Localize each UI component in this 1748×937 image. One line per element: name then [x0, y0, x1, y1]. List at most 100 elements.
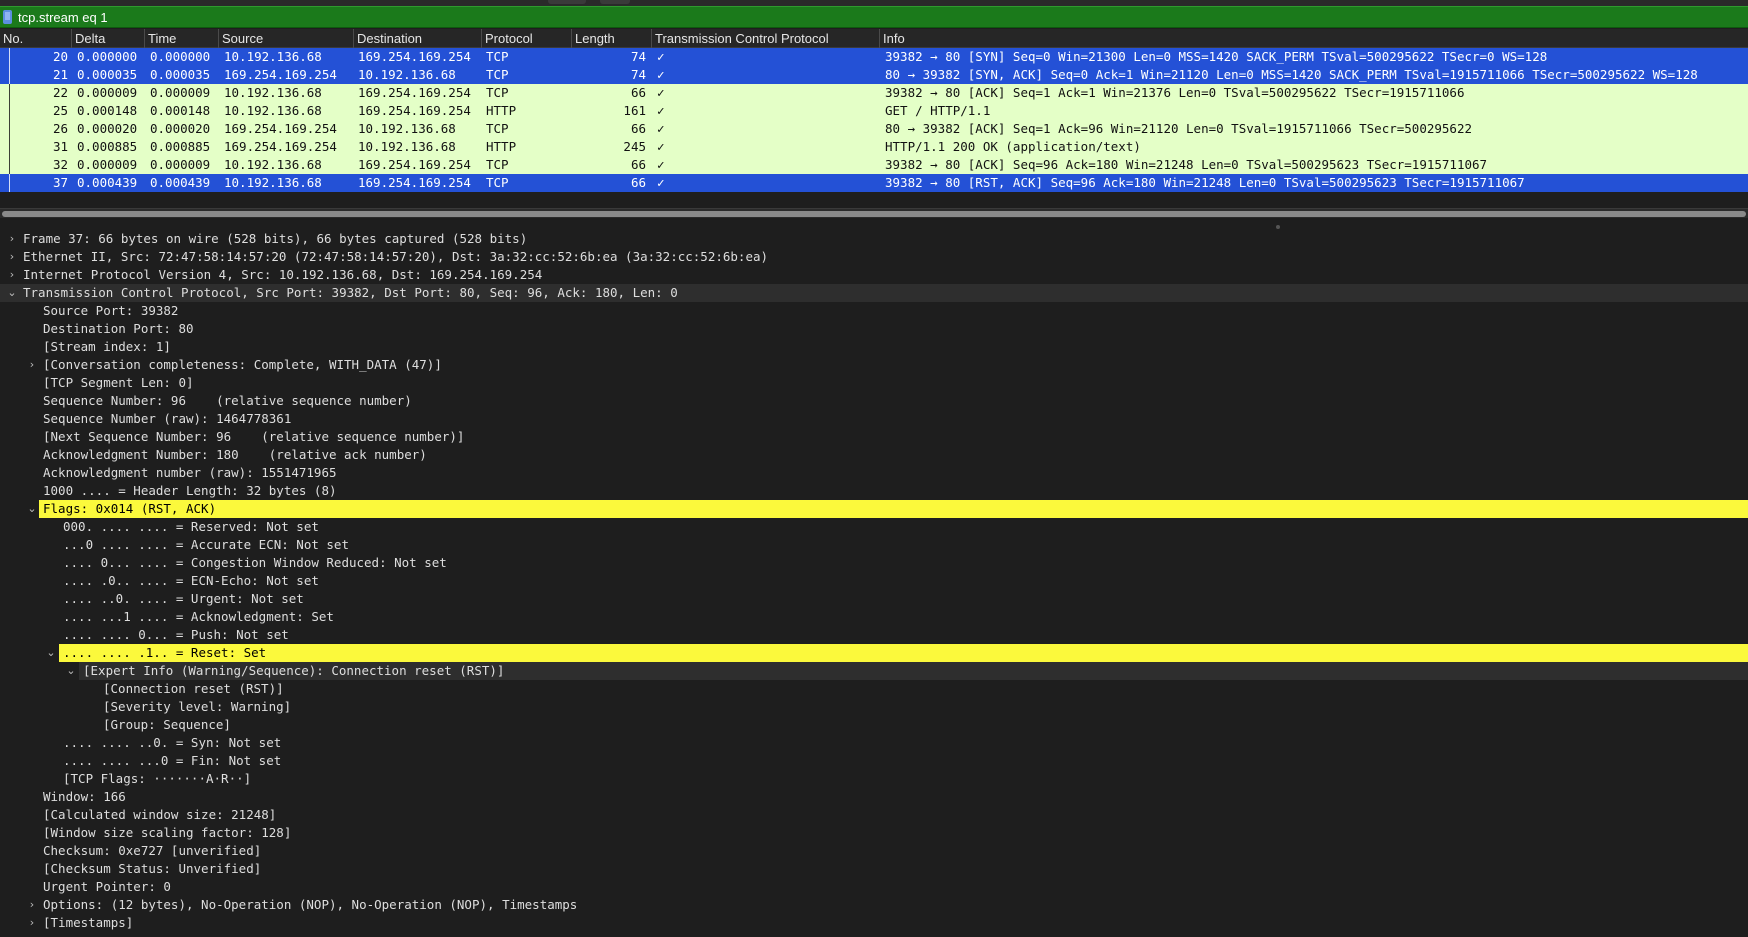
packet-source: 10.192.136.68 — [224, 85, 322, 100]
tree-item-ipv4[interactable]: › Internet Protocol Version 4, Src: 10.19… — [0, 266, 1748, 284]
packet-destination: 10.192.136.68 — [358, 139, 456, 154]
tree-item[interactable]: .... ..0. .... = Urgent: Not set — [0, 590, 1748, 608]
tree-item[interactable]: [TCP Flags: ·······A·R··] — [0, 770, 1748, 788]
tree-item[interactable]: .... 0... .... = Congestion Window Reduc… — [0, 554, 1748, 572]
tree-item-label: [Group: Sequence] — [103, 717, 231, 732]
tree-item[interactable]: .... .0.. .... = ECN-Echo: Not set — [0, 572, 1748, 590]
expand-arrow-icon[interactable]: › — [6, 230, 18, 248]
tree-item[interactable]: .... ...1 .... = Acknowledgment: Set — [0, 608, 1748, 626]
tree-item[interactable]: [Next Sequence Number: 96 (relative sequ… — [0, 428, 1748, 446]
tree-item-label: Frame 37: 66 bytes on wire (528 bits), 6… — [23, 231, 528, 246]
column-header-info[interactable]: Info — [880, 29, 1748, 48]
packet-delta: 0.000148 — [77, 103, 138, 118]
packet-row[interactable]: 20 0.000000 0.000000 10.192.136.68 169.2… — [0, 48, 1748, 66]
packet-row[interactable]: 21 0.000035 0.000035 169.254.169.254 10.… — [0, 66, 1748, 84]
tree-item[interactable]: [Checksum Status: Unverified] — [0, 860, 1748, 878]
tree-item-label: Options: (12 bytes), No-Operation (NOP),… — [43, 897, 578, 912]
tree-item[interactable]: Acknowledgment number (raw): 1551471965 — [0, 464, 1748, 482]
packet-info: 39382 → 80 [SYN] Seq=0 Win=21300 Len=0 M… — [885, 49, 1548, 64]
tree-item[interactable]: Sequence Number (raw): 1464778361 — [0, 410, 1748, 428]
packet-list-horizontal-scrollbar[interactable] — [0, 208, 1748, 218]
tree-item-frame[interactable]: › Frame 37: 66 bytes on wire (528 bits), … — [0, 230, 1748, 248]
tree-item[interactable]: 000. .... .... = Reserved: Not set — [0, 518, 1748, 536]
packet-row[interactable]: 25 0.000148 0.000148 10.192.136.68 169.2… — [0, 102, 1748, 120]
tree-item[interactable]: .... .... 0... = Push: Not set — [0, 626, 1748, 644]
tree-item[interactable]: Sequence Number: 96 (relative sequence n… — [0, 392, 1748, 410]
display-filter-input[interactable] — [18, 8, 1718, 27]
column-header-length[interactable]: Length — [572, 29, 652, 48]
expand-arrow-icon[interactable]: › — [6, 248, 18, 266]
packet-row[interactable]: 32 0.000009 0.000009 10.192.136.68 169.2… — [0, 156, 1748, 174]
tree-item[interactable]: [Calculated window size: 21248] — [0, 806, 1748, 824]
pane-splitter[interactable] — [0, 222, 1748, 230]
splitter-handle[interactable] — [1276, 225, 1280, 229]
tree-item-ethernet[interactable]: › Ethernet II, Src: 72:47:58:14:57:20 (72… — [0, 248, 1748, 266]
column-header-time[interactable]: Time — [145, 29, 219, 48]
tree-item[interactable]: [TCP Segment Len: 0] — [0, 374, 1748, 392]
expand-arrow-icon[interactable]: › — [26, 896, 38, 914]
collapse-arrow-icon[interactable]: ⌄ — [45, 644, 57, 662]
related-packet-marker — [6, 156, 14, 174]
tree-item-expert-info[interactable]: ⌄ [Expert Info (Warning/Sequence): Connec… — [0, 662, 1748, 680]
column-header-tcp[interactable]: Transmission Control Protocol — [652, 29, 880, 48]
scrollbar-thumb[interactable] — [2, 211, 1746, 217]
packet-time: 0.000035 — [150, 67, 211, 82]
tree-item[interactable]: [Window size scaling factor: 128] — [0, 824, 1748, 842]
packet-delta: 0.000009 — [77, 157, 138, 172]
tree-item[interactable]: ...0 .... .... = Accurate ECN: Not set — [0, 536, 1748, 554]
packet-info: 80 → 39382 [ACK] Seq=1 Ack=96 Win=21120 … — [885, 121, 1472, 136]
packet-list: 20 0.000000 0.000000 10.192.136.68 169.2… — [0, 48, 1748, 192]
packet-row[interactable]: 31 0.000885 0.000885 169.254.169.254 10.… — [0, 138, 1748, 156]
collapse-arrow-icon[interactable]: ⌄ — [26, 500, 38, 518]
expand-arrow-icon[interactable]: › — [26, 914, 38, 932]
related-packet-marker — [6, 102, 14, 120]
packet-delta: 0.000009 — [77, 85, 138, 100]
packet-delta: 0.000035 — [77, 67, 138, 82]
packet-row[interactable]: 22 0.000009 0.000009 10.192.136.68 169.2… — [0, 84, 1748, 102]
tree-item-timestamps[interactable]: › [Timestamps] — [0, 914, 1748, 932]
tree-item[interactable]: Window: 166 — [0, 788, 1748, 806]
packet-row-selected[interactable]: 37 0.000439 0.000439 10.192.136.68 169.2… — [0, 174, 1748, 192]
packet-row[interactable]: 26 0.000020 0.000020 169.254.169.254 10.… — [0, 120, 1748, 138]
tree-item-conversation[interactable]: › [Conversation completeness: Complete, W… — [0, 356, 1748, 374]
tree-item-label-highlighted: Flags: 0x014 (RST, ACK) — [39, 500, 1748, 518]
collapse-arrow-icon[interactable]: ⌄ — [65, 662, 77, 680]
tree-item-flags[interactable]: ⌄ Flags: 0x014 (RST, ACK) — [0, 500, 1748, 518]
tree-item[interactable]: Checksum: 0xe727 [unverified] — [0, 842, 1748, 860]
tree-item-tcp[interactable]: ⌄ Transmission Control Protocol, Src Port… — [0, 284, 1748, 302]
packet-length: 66 — [630, 175, 646, 190]
tree-item[interactable]: [Group: Sequence] — [0, 716, 1748, 734]
packet-info: GET / HTTP/1.1 — [885, 103, 991, 118]
packet-protocol: TCP — [486, 157, 509, 172]
filter-bookmark-icon[interactable] — [3, 10, 12, 24]
tree-item[interactable]: [Severity level: Warning] — [0, 698, 1748, 716]
tree-item[interactable]: Destination Port: 80 — [0, 320, 1748, 338]
tree-item-label: Sequence Number: 96 (relative sequence n… — [43, 393, 412, 408]
tree-item[interactable]: Acknowledgment Number: 180 (relative ack… — [0, 446, 1748, 464]
expand-arrow-icon[interactable]: › — [26, 356, 38, 374]
related-packet-marker — [6, 48, 14, 66]
tree-item[interactable]: [Connection reset (RST)] — [0, 680, 1748, 698]
tree-item-options[interactable]: › Options: (12 bytes), No-Operation (NOP)… — [0, 896, 1748, 914]
column-header-protocol[interactable]: Protocol — [482, 29, 572, 48]
tree-item-label: Window: 166 — [43, 789, 126, 804]
tree-item[interactable]: .... .... ...0 = Fin: Not set — [0, 752, 1748, 770]
tree-item[interactable]: [Stream index: 1] — [0, 338, 1748, 356]
tree-item[interactable]: .... .... ..0. = Syn: Not set — [0, 734, 1748, 752]
expand-arrow-icon[interactable]: › — [6, 266, 18, 284]
tree-item[interactable]: 1000 .... = Header Length: 32 bytes (8) — [0, 482, 1748, 500]
column-header-destination[interactable]: Destination — [354, 29, 482, 48]
packet-info: 39382 → 80 [ACK] Seq=1 Ack=1 Win=21376 L… — [885, 85, 1465, 100]
packet-length: 66 — [630, 85, 646, 100]
related-packet-marker — [6, 174, 14, 192]
tree-item-label: .... .0.. .... = ECN-Echo: Not set — [63, 573, 319, 588]
tree-item-reset-flag[interactable]: ⌄.... .... .1.. = Reset: Set — [0, 644, 1748, 662]
tree-item[interactable]: Source Port: 39382 — [0, 302, 1748, 320]
packet-length: 66 — [630, 121, 646, 136]
tree-item[interactable]: Urgent Pointer: 0 — [0, 878, 1748, 896]
column-header-source[interactable]: Source — [219, 29, 354, 48]
collapse-arrow-icon[interactable]: ⌄ — [6, 284, 18, 302]
column-header-no[interactable]: No. — [0, 29, 72, 48]
packet-info: HTTP/1.1 200 OK (application/text) — [885, 139, 1141, 154]
column-header-delta[interactable]: Delta — [72, 29, 145, 48]
